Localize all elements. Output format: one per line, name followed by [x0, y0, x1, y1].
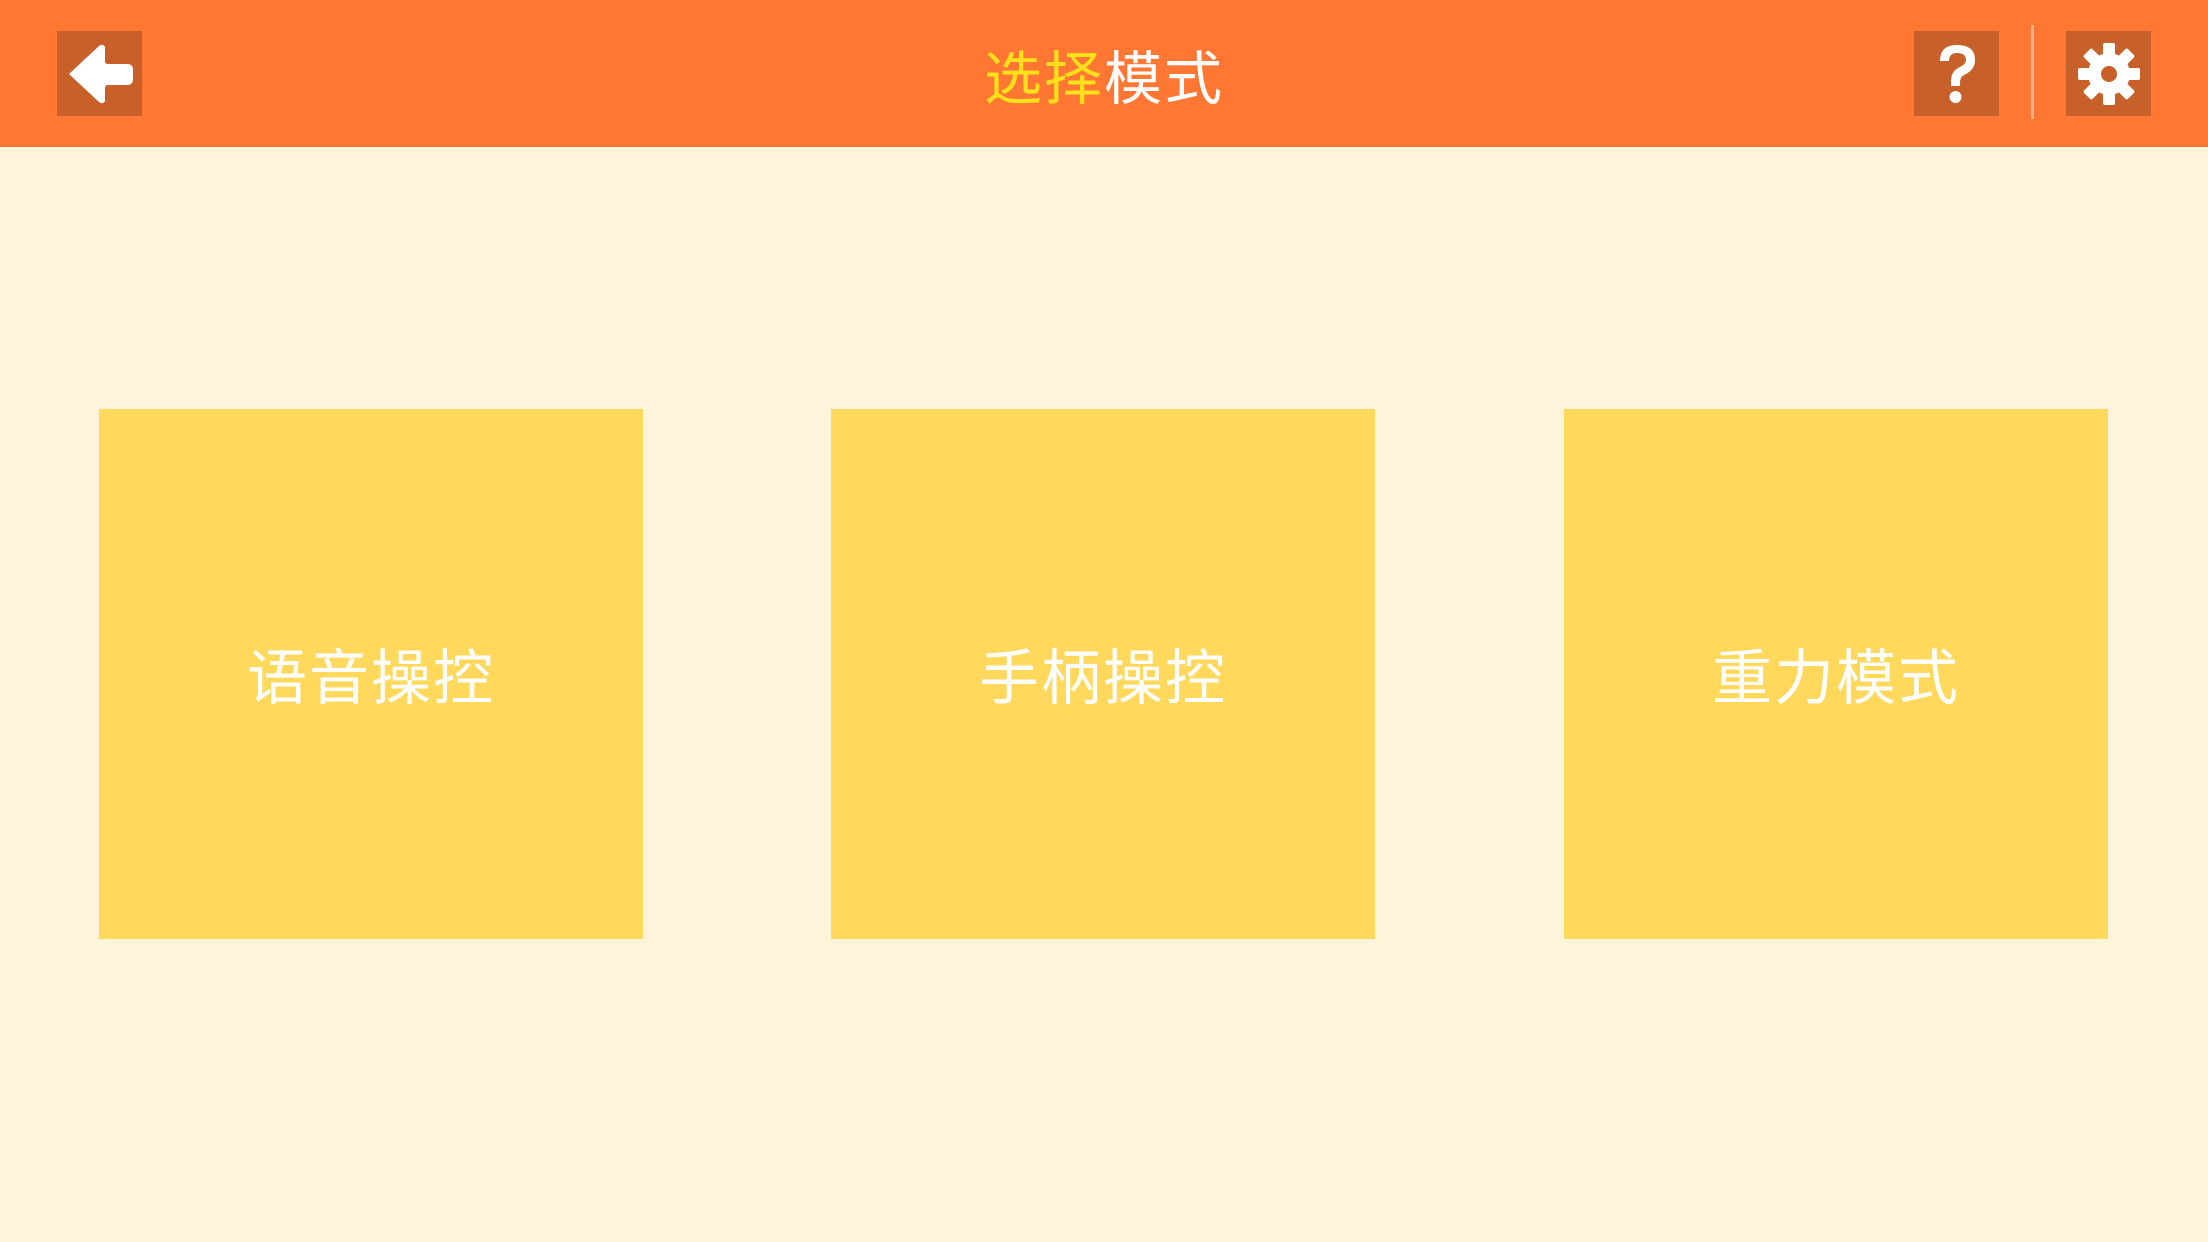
card-face: 重力模式 — [1568, 411, 2104, 935]
mode-label-gravity-mode: 重力模式 — [1712, 643, 1960, 714]
header-bar: 选择 模式 — [0, 0, 2208, 147]
title-rest: 模式 — [1104, 44, 1225, 113]
question-mark-icon — [1939, 44, 1975, 103]
card-face: 语音操控 — [103, 411, 639, 935]
mode-label-voice-control: 语音操控 — [247, 643, 495, 714]
title-highlight: 选择 — [983, 44, 1104, 113]
mode-card-gravity-mode[interactable]: 重力模式 — [1564, 409, 2108, 939]
mode-card-voice-control[interactable]: 语音操控 — [99, 409, 643, 939]
mode-card-gamepad-control[interactable]: 手柄操控 — [831, 409, 1375, 939]
card-face: 手柄操控 — [835, 411, 1371, 935]
header-divider — [2031, 25, 2034, 119]
help-button[interactable] — [1914, 31, 1999, 116]
settings-button[interactable] — [2066, 31, 2151, 116]
page-title: 选择 模式 — [0, 0, 2208, 147]
mode-label-gamepad-control: 手柄操控 — [979, 643, 1227, 714]
gear-icon — [2077, 42, 2140, 105]
